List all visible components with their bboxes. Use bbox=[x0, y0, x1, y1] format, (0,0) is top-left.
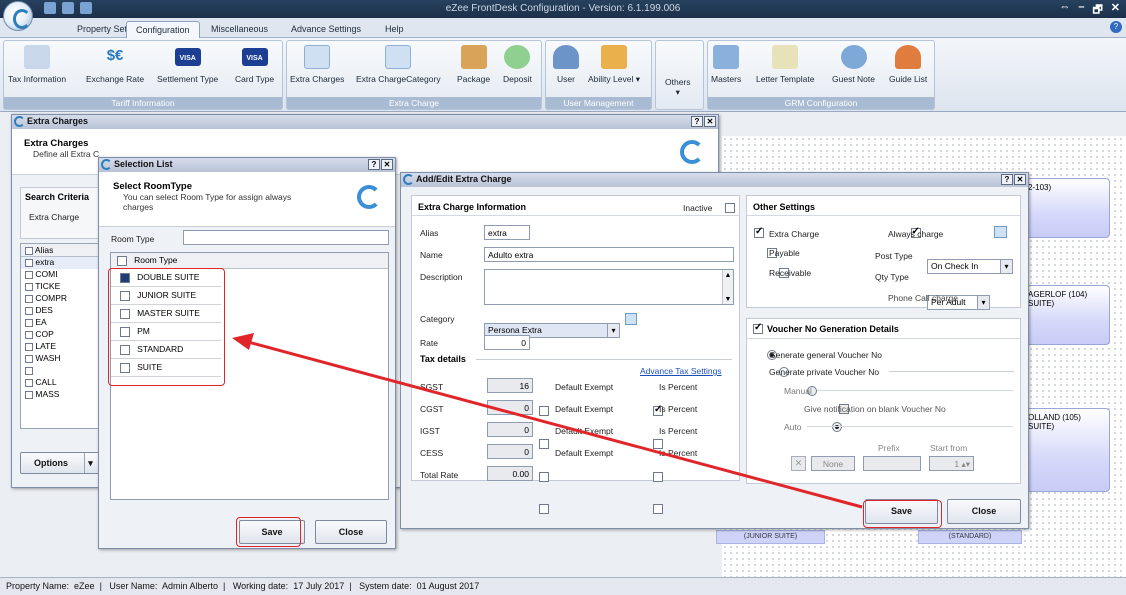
annotation-arrow bbox=[232, 333, 863, 509]
property-name: eZee bbox=[74, 581, 95, 591]
status-bar: Property Name: eZee | User Name: Admin A… bbox=[0, 577, 1126, 595]
working-date: 17 July 2017 bbox=[293, 581, 345, 591]
system-date: 01 August 2017 bbox=[416, 581, 480, 591]
app-logo-icon[interactable] bbox=[3, 1, 33, 31]
user-name: Admin Alberto bbox=[161, 581, 218, 591]
